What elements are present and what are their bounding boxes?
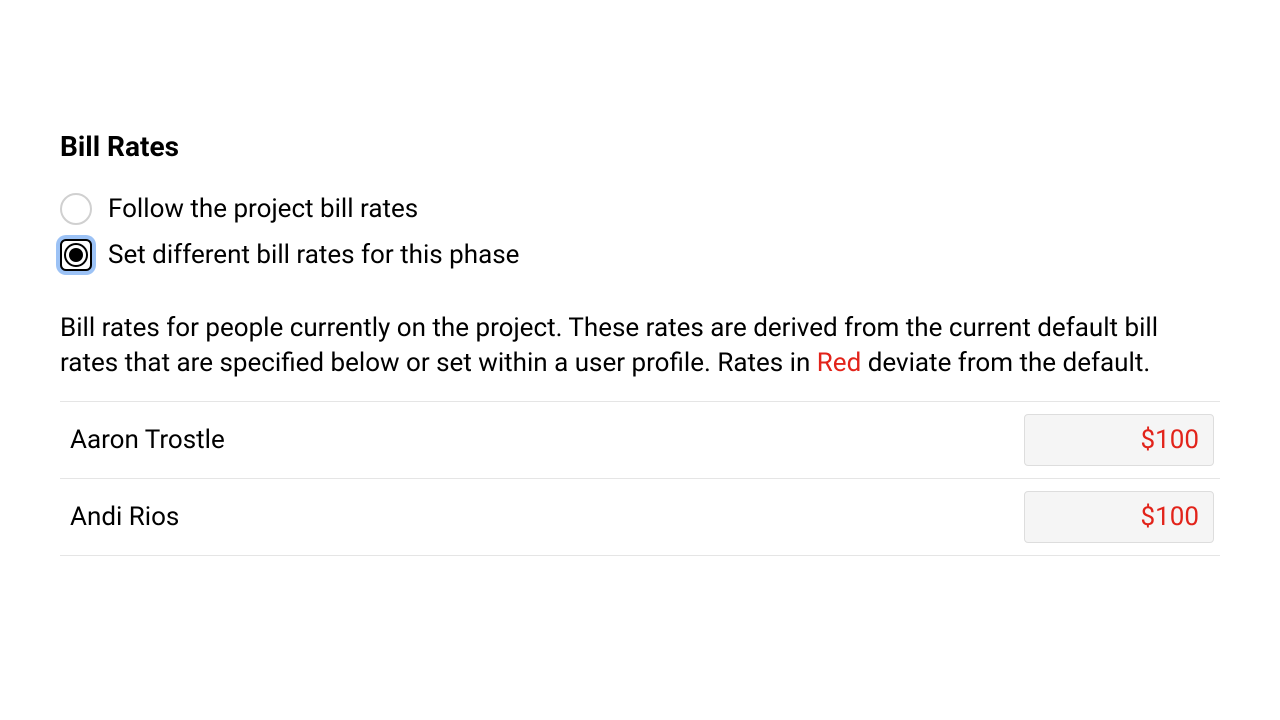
desc-part2: deviate from the default. bbox=[861, 348, 1150, 378]
radio-follow-label: Follow the project bill rates bbox=[108, 194, 418, 224]
person-name: Andi Rios bbox=[70, 502, 179, 532]
table-row: Andi Rios bbox=[60, 478, 1220, 556]
desc-red-word: Red bbox=[817, 348, 861, 378]
radio-icon bbox=[60, 193, 92, 225]
table-row: Aaron Trostle bbox=[60, 401, 1220, 478]
bill-rate-radio-group: Follow the project bill rates Set differ… bbox=[60, 193, 1220, 271]
radio-follow-project[interactable]: Follow the project bill rates bbox=[60, 193, 1220, 225]
rate-table: Aaron Trostle Andi Rios bbox=[60, 401, 1220, 556]
person-name: Aaron Trostle bbox=[70, 425, 225, 455]
rate-input[interactable] bbox=[1024, 491, 1214, 543]
section-title: Bill Rates bbox=[60, 130, 1220, 163]
radio-icon-selected bbox=[60, 239, 92, 271]
rate-input[interactable] bbox=[1024, 414, 1214, 466]
radio-set-different-label: Set different bill rates for this phase bbox=[108, 240, 519, 270]
rates-description: Bill rates for people currently on the p… bbox=[60, 311, 1220, 381]
radio-set-different[interactable]: Set different bill rates for this phase bbox=[60, 239, 1220, 271]
